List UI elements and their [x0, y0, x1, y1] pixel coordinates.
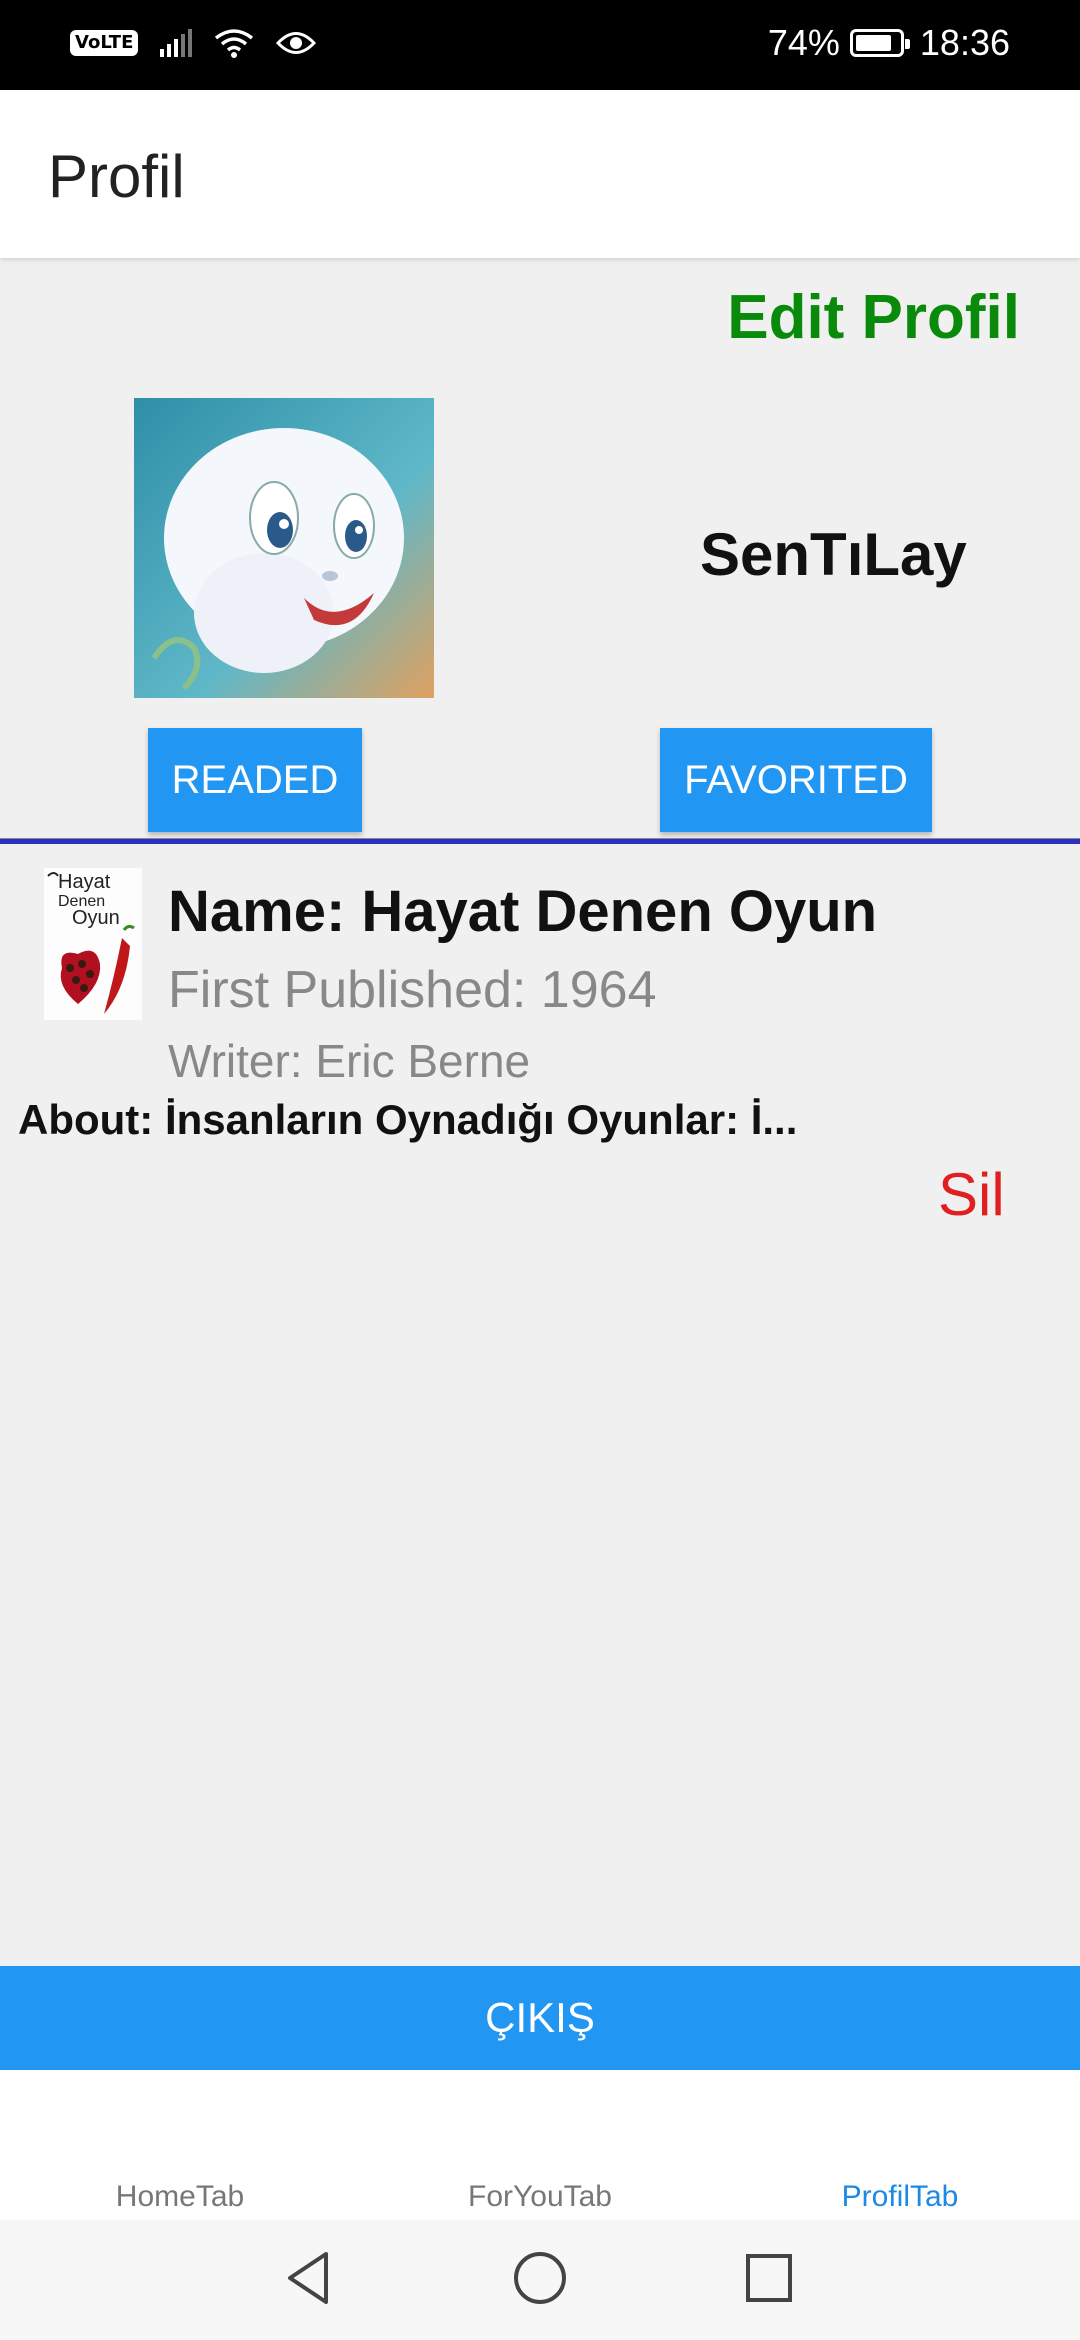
system-nav-bar	[0, 2220, 1080, 2340]
username: SenTıLay	[700, 521, 967, 588]
book-writer: Writer: Eric Berne	[168, 1035, 531, 1087]
battery-charging-icon	[849, 29, 910, 57]
book-cover: Hayat Denen Oyun	[44, 868, 142, 1020]
tab-profil[interactable]: ProfilTab	[842, 2180, 959, 2214]
book-name: Name: Hayat Denen Oyun	[168, 879, 878, 944]
battery-percent: 74%	[767, 22, 840, 63]
book-about: About: İnsanların Oynadığı Oyunlar: İ...	[18, 1096, 798, 1143]
wifi-icon	[215, 29, 254, 58]
logout-button[interactable]: ÇIKIŞ	[0, 1966, 1080, 2070]
tab-home[interactable]: HomeTab	[116, 2180, 244, 2214]
svg-text:Oyun: Oyun	[72, 907, 120, 929]
back-icon[interactable]	[284, 2248, 334, 2308]
book-first-published: First Published: 1964	[168, 961, 657, 1019]
app-bar: Profil	[0, 90, 1080, 258]
delete-button[interactable]: Sil	[938, 1160, 1005, 1229]
page-title: Profil	[48, 143, 185, 210]
status-bar: VoLTE 74% 18:36	[0, 0, 1080, 90]
avatar	[134, 398, 434, 698]
bottom-tab-bar: HomeTab ForYouTab ProfilTab	[0, 2070, 1080, 2220]
favorited-button[interactable]: FAVORITED	[660, 728, 932, 832]
readed-button[interactable]: READED	[148, 728, 362, 832]
eye-icon	[276, 32, 317, 54]
signal-icon	[160, 29, 193, 57]
svg-text:Hayat: Hayat	[58, 871, 111, 893]
section-divider	[0, 838, 1080, 844]
clock: 18:36	[919, 22, 1010, 63]
home-icon[interactable]	[512, 2248, 568, 2308]
tab-for-you[interactable]: ForYouTab	[468, 2180, 612, 2214]
volte-badge: VoLTE	[70, 30, 139, 56]
recents-icon[interactable]	[744, 2248, 794, 2308]
edit-profile-link[interactable]: Edit Profil	[727, 282, 1020, 353]
